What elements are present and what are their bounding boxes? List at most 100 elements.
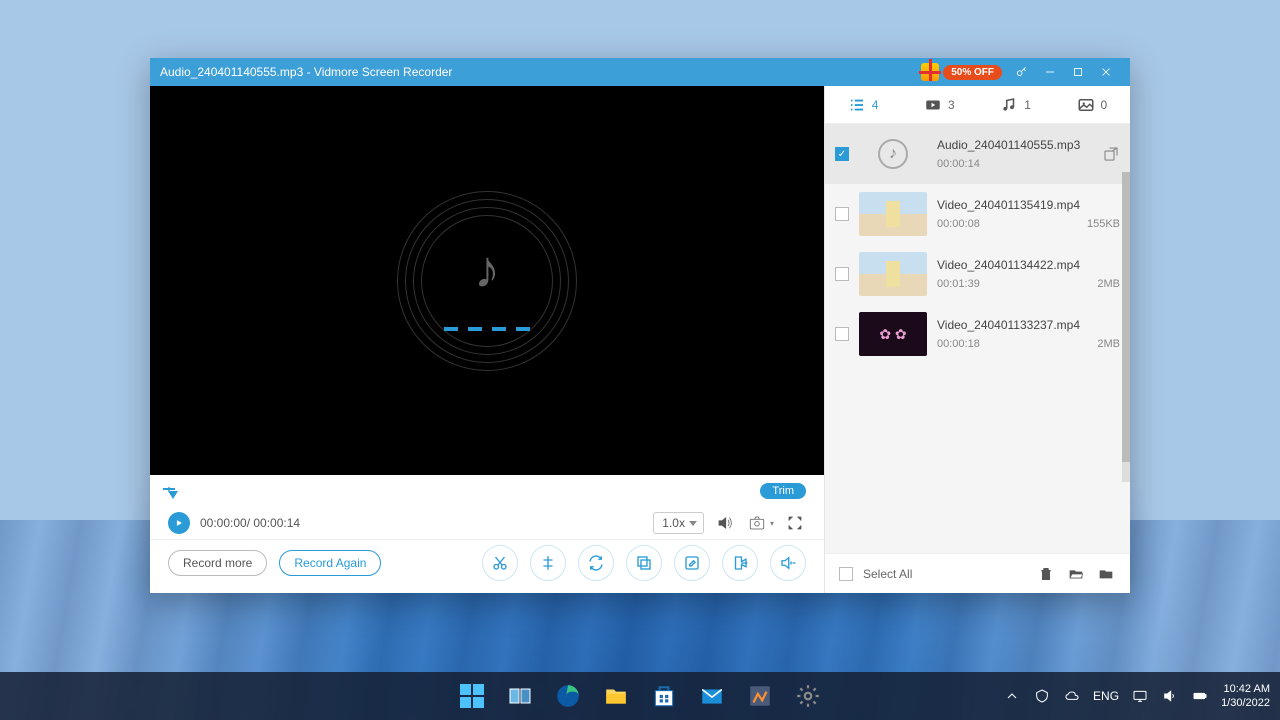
recording-name: Video_240401135419.mp4 (937, 198, 1120, 212)
recording-item[interactable]: Video_240401135419.mp4 00:00:08 155KB (825, 184, 1130, 244)
recording-item[interactable]: Video_240401134422.mp4 00:01:39 2MB (825, 244, 1130, 304)
file-explorer-button[interactable] (595, 675, 637, 717)
audio-icon (1000, 96, 1018, 114)
recording-duration: 00:01:39 (937, 278, 980, 290)
time-display: 00:00:00/ 00:00:14 (200, 516, 643, 530)
bottom-toolbar: Record more Record Again (150, 539, 824, 585)
filter-all[interactable]: 4 (848, 96, 879, 114)
titlebar[interactable]: Audio_240401140555.mp3 - Vidmore Screen … (150, 58, 1130, 86)
close-button[interactable] (1092, 58, 1120, 86)
recordings-list[interactable]: ♪ Audio_240401140555.mp300:00:14 Video_240… (825, 124, 1130, 553)
audio-visual-icon: ♪ (397, 191, 577, 371)
key-icon[interactable] (1008, 58, 1036, 86)
language-indicator[interactable]: ENG (1093, 689, 1119, 703)
select-all-checkbox[interactable] (839, 567, 853, 581)
filter-video[interactable]: 3 (924, 96, 955, 114)
promo-badge[interactable]: 50% OFF (921, 63, 1002, 81)
settings-button[interactable] (787, 675, 829, 717)
list-icon (848, 96, 866, 114)
gift-icon (921, 63, 939, 81)
recording-thumbnail[interactable] (859, 192, 927, 236)
music-note-icon: ♪ (474, 240, 500, 300)
snapshot-button[interactable]: ▾ (746, 512, 774, 534)
recording-item[interactable]: ♪ Audio_240401140555.mp300:00:14 (825, 124, 1130, 184)
recording-duration: 00:00:08 (937, 218, 980, 230)
recording-name: Video_240401133237.mp4 (937, 318, 1120, 332)
recording-info: Video_240401134422.mp4 00:01:39 2MB (937, 258, 1120, 290)
clock-date: 1/30/2022 (1221, 696, 1270, 710)
tray-display-icon[interactable] (1131, 687, 1149, 705)
system-tray: ENG 10:42 AM 1/30/2022 (1003, 682, 1270, 711)
recording-thumbnail[interactable] (859, 312, 927, 356)
recording-meta: 00:00:08 155KB (937, 218, 1120, 230)
taskbar[interactable]: ENG 10:42 AM 1/30/2022 (0, 672, 1280, 720)
select-all-label: Select All (863, 567, 1026, 581)
recording-info: Video_240401135419.mp4 00:00:08 155KB (937, 198, 1120, 230)
recording-checkbox[interactable] (835, 327, 849, 341)
trim-button[interactable]: Trim (760, 483, 806, 499)
recording-thumbnail[interactable] (859, 252, 927, 296)
clock[interactable]: 10:42 AM 1/30/2022 (1221, 682, 1270, 711)
minimize-button[interactable] (1036, 58, 1064, 86)
store-button[interactable] (643, 675, 685, 717)
recording-meta: 00:00:182MB (937, 338, 1120, 350)
window-title: Audio_240401140555.mp3 - Vidmore Screen … (160, 65, 921, 79)
tray-security-icon[interactable] (1033, 687, 1051, 705)
image-icon (1077, 96, 1095, 114)
taskbar-apps (451, 675, 829, 717)
record-again-button[interactable]: Record Again (279, 550, 381, 576)
split-tool-button[interactable] (530, 545, 566, 581)
filter-audio[interactable]: 1 (1000, 96, 1031, 114)
filter-image[interactable]: 0 (1077, 96, 1108, 114)
recording-checkbox[interactable] (835, 267, 849, 281)
recording-size: 2MB (1097, 278, 1120, 290)
recording-meta: 00:00:14 (937, 158, 1092, 170)
task-view-button[interactable] (499, 675, 541, 717)
recording-info: Audio_240401140555.mp300:00:14 (937, 138, 1092, 170)
recording-checkbox[interactable] (835, 147, 849, 161)
record-more-button[interactable]: Record more (168, 550, 267, 576)
playback-controls: 00:00:00/ 00:00:14 1.0x ▾ (150, 507, 824, 539)
maximize-button[interactable] (1064, 58, 1092, 86)
recording-duration: 00:00:14 (937, 158, 980, 170)
recording-name: Video_240401134422.mp4 (937, 258, 1120, 272)
scrollbar[interactable] (1122, 172, 1130, 482)
cut-tool-button[interactable] (482, 545, 518, 581)
mail-button[interactable] (691, 675, 733, 717)
timeline-row: Trim (150, 479, 824, 503)
edge-browser-button[interactable] (547, 675, 589, 717)
preview-area[interactable]: ♪ (150, 86, 824, 475)
recording-size: 2MB (1097, 338, 1120, 350)
audio-tool-button[interactable] (770, 545, 806, 581)
recording-thumbnail[interactable]: ♪ (859, 132, 927, 176)
volume-icon[interactable] (714, 512, 736, 534)
share-button[interactable] (1102, 145, 1120, 163)
recordings-pane: 4 3 1 0 ♪ Audio_240401140555.mp300:00:14 V… (824, 86, 1130, 593)
player-pane: ♪ Trim 00:00:00/ 00:00:14 1.0x (150, 86, 824, 593)
promo-text: 50% OFF (943, 65, 1002, 80)
tray-chevron-icon[interactable] (1003, 687, 1021, 705)
folder-open-button[interactable] (1066, 564, 1086, 584)
app-button-1[interactable] (739, 675, 781, 717)
tray-cloud-icon[interactable] (1063, 687, 1081, 705)
start-button[interactable] (451, 675, 493, 717)
merge-tool-button[interactable] (626, 545, 662, 581)
convert-tool-button[interactable] (578, 545, 614, 581)
timeline-track[interactable] (168, 487, 170, 491)
play-button[interactable] (168, 512, 190, 534)
recording-checkbox[interactable] (835, 207, 849, 221)
delete-button[interactable] (1036, 564, 1056, 584)
tray-volume-icon[interactable] (1161, 687, 1179, 705)
main-content: ♪ Trim 00:00:00/ 00:00:14 1.0x (150, 86, 1130, 593)
folder-button[interactable] (1096, 564, 1116, 584)
recording-item[interactable]: Video_240401133237.mp4 00:00:182MB (825, 304, 1130, 364)
export-tool-button[interactable] (722, 545, 758, 581)
speed-select[interactable]: 1.0x (653, 512, 704, 534)
filter-tabs: 4 3 1 0 (825, 86, 1130, 124)
edit-tool-button[interactable] (674, 545, 710, 581)
clock-time: 10:42 AM (1221, 682, 1270, 696)
tray-battery-icon[interactable] (1191, 687, 1209, 705)
fullscreen-icon[interactable] (784, 512, 806, 534)
recording-size: 155KB (1087, 218, 1120, 230)
trim-handle-icon[interactable] (168, 491, 178, 499)
